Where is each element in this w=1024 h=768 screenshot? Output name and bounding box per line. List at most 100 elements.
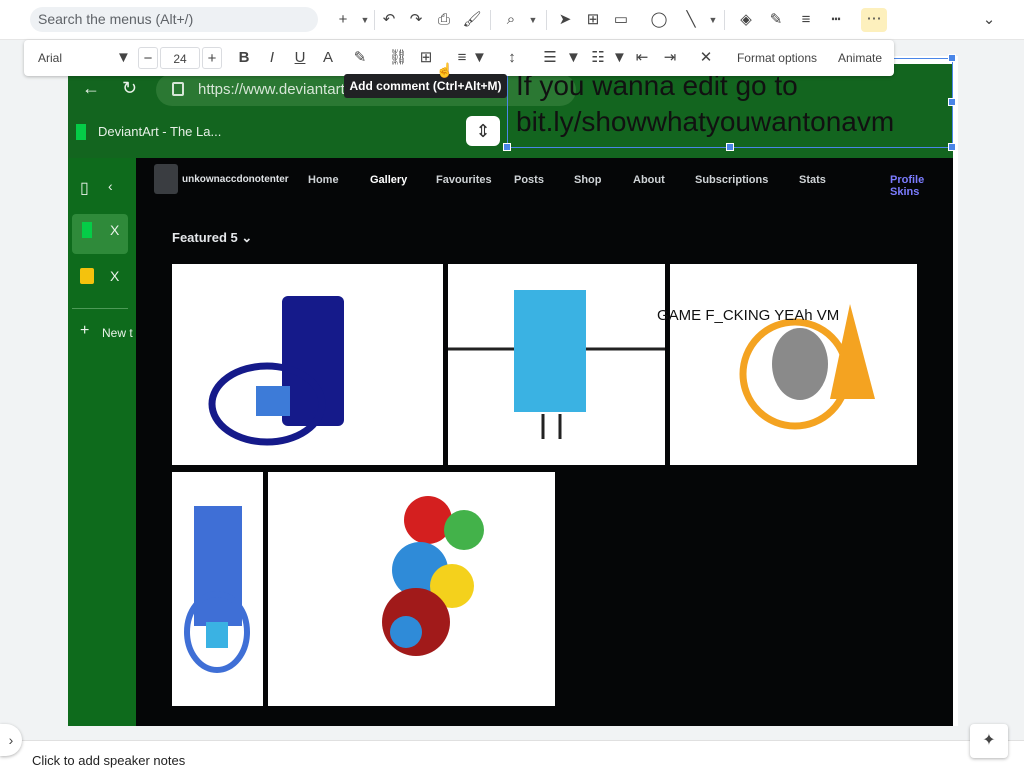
nav-stats: Stats	[799, 174, 826, 186]
nav-subscriptions: Subscriptions	[695, 174, 769, 186]
decrease-font-icon[interactable]: −	[138, 47, 158, 69]
speaker-notes-placeholder: Click to add speaker notes	[32, 753, 186, 768]
highlight-icon[interactable]: ✎	[350, 47, 370, 69]
tooltip: Add comment (Ctrl+Alt+M)	[344, 74, 507, 98]
italic-icon[interactable]: I	[262, 47, 282, 69]
border-weight-icon[interactable]: ≡	[795, 9, 817, 31]
underline-icon[interactable]: U	[290, 47, 310, 69]
align-icon[interactable]: ≡	[452, 47, 472, 69]
game-text: GAME F_CKING YEAh VM	[657, 307, 840, 324]
nav-favourites: Favourites	[436, 174, 492, 186]
tabs-icon: ▯	[80, 180, 89, 197]
resize-handle[interactable]	[948, 143, 956, 151]
plus-icon: +	[80, 322, 90, 339]
paint-format-icon[interactable]: 🖌	[461, 9, 483, 31]
featured-count: 5	[230, 230, 238, 245]
resize-handle[interactable]	[948, 54, 956, 62]
reload-icon: ↻	[122, 78, 138, 98]
line-spacing-icon[interactable]: ↕	[502, 47, 522, 69]
chevron-down-icon[interactable]: ▼	[116, 47, 131, 69]
textbox-line-2: bit.ly/showwhatyouwantonavm	[516, 106, 895, 137]
animate-button[interactable]: Animate	[834, 47, 886, 69]
speaker-notes[interactable]: Click to add speaker notes	[0, 740, 1024, 768]
drawing-orange-grey-characters	[739, 304, 875, 430]
collapse-icon[interactable]: ⌄	[978, 9, 1000, 31]
deviantart-logo-icon	[76, 124, 86, 140]
nav-home: Home	[308, 174, 339, 186]
increase-indent-icon[interactable]: ⇥	[660, 47, 680, 69]
gallery-item-5	[268, 472, 555, 706]
deviantart-logo-icon	[82, 222, 92, 238]
format-options-button[interactable]: Format options	[732, 47, 822, 69]
image-icon[interactable]: ▭	[610, 9, 632, 31]
gallery-item-3	[670, 264, 917, 465]
featured-label: Featured 5 ⌄	[172, 230, 253, 245]
border-dash-icon[interactable]: ┅	[825, 9, 847, 31]
textbox-icon[interactable]: ⊞	[582, 9, 604, 31]
gallery-item-1	[172, 264, 443, 465]
resize-handle[interactable]	[726, 143, 734, 151]
redo-icon[interactable]: ↷	[405, 9, 427, 31]
fill-color-icon[interactable]: ◈	[735, 9, 757, 31]
text-color-icon[interactable]: A	[318, 47, 338, 69]
avatar	[154, 164, 178, 194]
clear-formatting-icon[interactable]: ✕	[696, 47, 716, 69]
format-toolbar: Arial ▼ − 24 + B I U A ✎ ⛓ ⊞ ≡ ▼ ↕ ☰ ▼ ☷…	[24, 40, 894, 76]
browser-sidebar: ▯ ‹ X X + New t	[68, 158, 136, 726]
lock-icon	[172, 82, 184, 96]
back-icon: ←	[82, 78, 100, 98]
nav-posts: Posts	[514, 174, 544, 186]
close-tab-1: X	[110, 222, 120, 238]
link-icon[interactable]: ⛓	[388, 47, 408, 69]
nav-shop: Shop	[574, 174, 602, 186]
decrease-indent-icon[interactable]: ⇤	[632, 47, 652, 69]
close-tab-2: X	[110, 268, 120, 284]
nav-about: About	[633, 174, 665, 186]
bold-icon[interactable]: B	[234, 47, 254, 69]
chevron-down-icon[interactable]: ▼	[702, 9, 724, 31]
username: unkownaccdonotenter	[182, 174, 289, 185]
font-select[interactable]: Arial	[38, 47, 118, 69]
chevron-down-icon[interactable]: ▼	[354, 9, 376, 31]
numbered-list-icon[interactable]: ☷	[588, 47, 608, 69]
gallery-item-2	[448, 264, 665, 465]
nav-gallery: Gallery	[370, 174, 408, 186]
divider	[374, 10, 375, 30]
chevron-down-icon[interactable]: ▼	[612, 47, 627, 69]
font-size-input[interactable]: 24	[160, 47, 200, 69]
new-tab-label: New t	[102, 326, 133, 340]
zoom-icon[interactable]: ⌕	[500, 9, 522, 31]
nav-profile-skins: Profile Skins	[890, 174, 925, 198]
more-icon[interactable]: ⋯	[861, 8, 887, 32]
divider	[72, 308, 128, 309]
drawing-blue-stack	[184, 506, 250, 673]
slide-textbox-text: If you wanna edit go to bit.ly/showwhaty…	[516, 68, 956, 140]
slides-logo-icon	[80, 268, 94, 284]
drawing-light-blue-windows	[448, 290, 665, 439]
embedded-screenshot[interactable]: ← ↻ https://www.deviantart.co DeviantArt…	[68, 64, 953, 726]
shape-icon[interactable]: ◯	[648, 9, 670, 31]
select-icon[interactable]: ➤	[554, 9, 576, 31]
line-icon[interactable]: ╲	[680, 9, 702, 31]
chevron-down-icon[interactable]: ▼	[472, 47, 487, 69]
chevron-down-icon[interactable]: ▼	[566, 47, 581, 69]
plus-icon[interactable]: +	[332, 9, 354, 31]
top-toolbar: Search the menus (Alt+/) + ▼ ↶ ↷ ⎙ 🖌 ⌕ ▼…	[0, 0, 1024, 40]
border-color-icon[interactable]: ✎	[765, 9, 787, 31]
search-menus-input[interactable]: Search the menus (Alt+/)	[30, 7, 318, 32]
add-comment-icon[interactable]: ⊞	[416, 47, 436, 69]
chevron-down-icon[interactable]: ▼	[522, 9, 544, 31]
resize-handle[interactable]	[503, 143, 511, 151]
cursor-hand-icon: ☝	[436, 62, 454, 78]
divider	[724, 10, 725, 30]
sidebar-tab-active	[72, 214, 128, 254]
increase-font-icon[interactable]: +	[202, 47, 222, 69]
print-icon[interactable]: ⎙	[433, 9, 455, 31]
bullet-list-icon[interactable]: ☰	[540, 47, 560, 69]
undo-icon[interactable]: ↶	[378, 9, 400, 31]
divider	[546, 10, 547, 30]
explore-icon[interactable]: ✦	[970, 724, 1008, 758]
drawing-dark-blue-windows	[208, 296, 344, 446]
tab-title: DeviantArt - The La...	[98, 124, 222, 139]
chevron-left-icon: ‹	[108, 178, 113, 194]
